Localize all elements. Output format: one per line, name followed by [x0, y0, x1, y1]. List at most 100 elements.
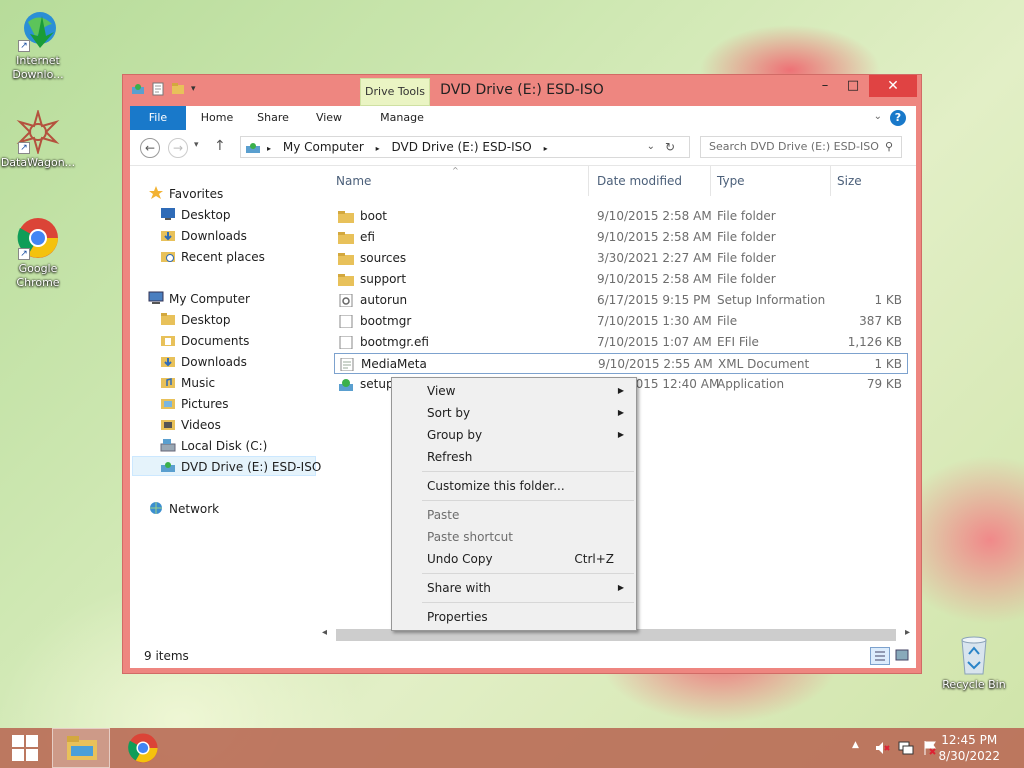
close-button[interactable]: ✕: [869, 75, 917, 97]
nav-label: Favorites: [169, 187, 224, 201]
back-button[interactable]: ←: [140, 138, 160, 158]
file-name: boot: [360, 209, 388, 223]
column-divider[interactable]: [588, 166, 589, 196]
menu-item-group-by[interactable]: Group by ▶: [394, 424, 634, 446]
column-header-size[interactable]: Size: [837, 174, 862, 188]
tab-home[interactable]: Home: [192, 106, 242, 130]
menu-item-undo-copy[interactable]: Undo Copy Ctrl+Z: [394, 548, 634, 570]
nav-label: Music: [181, 376, 216, 390]
details-view-icon[interactable]: [870, 647, 890, 665]
nav-favorites-recent-places[interactable]: Recent places: [160, 247, 265, 267]
refresh-icon[interactable]: ↻: [665, 137, 675, 157]
menu-label: Refresh: [427, 450, 473, 464]
file-row[interactable]: support 9/10/2015 2:58 AM File folder: [326, 269, 902, 290]
nav-my-computer[interactable]: My Computer: [148, 289, 250, 309]
scroll-left-icon[interactable]: ◂: [322, 627, 327, 638]
column-header-date[interactable]: Date modified: [597, 174, 682, 188]
menu-label: View: [427, 384, 456, 398]
nav-computer-downloads[interactable]: Downloads: [160, 352, 247, 372]
shortcut-arrow-icon: ↗: [18, 40, 30, 52]
tab-manage[interactable]: Manage: [370, 106, 434, 130]
taskbar-file-explorer[interactable]: [52, 728, 110, 768]
tab-share[interactable]: Share: [248, 106, 298, 130]
volume-muted-icon[interactable]: [874, 740, 890, 756]
nav-computer-documents[interactable]: Documents: [160, 331, 249, 351]
start-button[interactable]: [0, 728, 50, 768]
file-row[interactable]: bootmgr 7/10/2015 1:30 AM File 387 KB: [326, 311, 902, 332]
breadcrumb-dvd-drive[interactable]: DVD Drive (E:) ESD-ISO: [391, 140, 531, 154]
breadcrumb-my-computer[interactable]: My Computer: [283, 140, 364, 154]
nav-computer-dvd-drive[interactable]: DVD Drive (E:) ESD-ISO: [132, 456, 321, 476]
recent-locations-chevron-icon[interactable]: ▾: [194, 140, 199, 150]
file-row-selected[interactable]: MediaMeta 9/10/2015 2:55 AM XML Document…: [334, 353, 908, 374]
chrome-icon: ↗: [16, 216, 60, 260]
file-row[interactable]: efi 9/10/2015 2:58 AM File folder: [326, 227, 902, 248]
file-row[interactable]: sources 3/30/2021 2:27 AM File folder: [326, 248, 902, 269]
column-header-type[interactable]: Type: [717, 174, 745, 188]
column-divider[interactable]: [830, 166, 831, 196]
file-row[interactable]: autorun 6/17/2015 9:15 PM Setup Informat…: [326, 290, 902, 311]
taskbar-clock[interactable]: 12:45 PM 8/30/2022: [938, 732, 1000, 764]
search-input[interactable]: Search DVD Drive (E:) ESD-ISO ⚲: [700, 136, 902, 158]
file-type: Setup Information: [717, 293, 826, 307]
tab-file[interactable]: File: [130, 106, 186, 130]
large-icons-view-icon[interactable]: [894, 648, 912, 664]
title-bar[interactable]: ▾ DVD Drive (E:) ESD-ISO – □ ✕: [123, 75, 921, 105]
menu-label: Paste: [427, 508, 460, 522]
maximize-button[interactable]: □: [839, 75, 867, 97]
forward-button[interactable]: →: [168, 138, 188, 158]
scroll-right-icon[interactable]: ▸: [905, 627, 910, 638]
minimize-button[interactable]: –: [811, 75, 839, 97]
address-input[interactable]: ▸ My Computer ▸ DVD Drive (E:) ESD-ISO ▸…: [240, 136, 690, 158]
nav-favorites-desktop[interactable]: Desktop: [160, 205, 231, 225]
desktop-icon-internet-download-manager[interactable]: ↗ Internet Downlo...: [0, 8, 76, 82]
dvd-drive-icon: [160, 459, 176, 473]
nav-network[interactable]: Network: [148, 499, 219, 519]
up-arrow-icon[interactable]: ↑: [214, 138, 226, 154]
nav-label: Pictures: [181, 397, 229, 411]
column-header-name[interactable]: Name: [336, 174, 371, 188]
taskbar-chrome[interactable]: [118, 728, 168, 768]
help-icon[interactable]: ?: [890, 110, 906, 126]
breadcrumb-chevron-icon: ▸: [375, 144, 380, 153]
desktop-icon-google-chrome[interactable]: ↗ Google Chrome: [0, 216, 76, 290]
menu-item-refresh[interactable]: Refresh: [394, 446, 634, 468]
file-name: autorun: [360, 293, 408, 307]
nav-computer-local-disk[interactable]: Local Disk (C:): [160, 436, 267, 456]
file-row[interactable]: bootmgr.efi 7/10/2015 1:07 AM EFI File 1…: [326, 332, 902, 353]
datawagon-star-icon: ↗: [16, 108, 60, 156]
desktop-icon-datawagon[interactable]: ↗ DataWagon...: [0, 108, 76, 170]
file-name: support: [360, 272, 407, 286]
nav-computer-pictures[interactable]: Pictures: [160, 394, 229, 414]
menu-item-customize-folder[interactable]: Customize this folder...: [394, 475, 634, 497]
menu-item-sort-by[interactable]: Sort by ▶: [394, 402, 634, 424]
nav-favorites-downloads[interactable]: Downloads: [160, 226, 247, 246]
file-type: File folder: [717, 251, 776, 265]
menu-item-share-with[interactable]: Share with ▶: [394, 577, 634, 599]
file-type: File: [717, 314, 738, 328]
tab-view[interactable]: View: [304, 106, 354, 130]
pictures-folder-icon: [160, 396, 176, 410]
file-type: File folder: [717, 272, 776, 286]
nav-computer-desktop[interactable]: Desktop: [160, 310, 231, 330]
show-hidden-icons-chevron-icon[interactable]: ▲: [852, 740, 868, 756]
desktop-icon-label: Recycle Bin: [942, 678, 1006, 691]
action-center-flag-icon[interactable]: [922, 740, 938, 756]
column-divider[interactable]: [710, 166, 711, 196]
nav-label: DVD Drive (E:) ESD-ISO: [181, 460, 322, 474]
menu-item-properties[interactable]: Properties: [394, 606, 634, 628]
file-type: File folder: [717, 209, 776, 223]
menu-item-view[interactable]: View ▶: [394, 380, 634, 402]
network-status-icon[interactable]: [898, 740, 914, 756]
file-date: 9/10/2015 2:55 AM: [598, 357, 713, 371]
desktop-icon-recycle-bin[interactable]: Recycle Bin: [936, 632, 1012, 692]
recent-places-icon: [160, 249, 176, 263]
ribbon-expand-chevron-icon[interactable]: ⌄: [874, 111, 882, 122]
address-dropdown-chevron-icon[interactable]: ⌄: [647, 137, 655, 157]
menu-shortcut: Ctrl+Z: [574, 552, 614, 566]
nav-favorites[interactable]: Favorites: [148, 184, 223, 204]
nav-computer-music[interactable]: Music: [160, 373, 215, 393]
nav-computer-videos[interactable]: Videos: [160, 415, 221, 435]
file-row[interactable]: boot 9/10/2015 2:58 AM File folder: [326, 206, 902, 227]
star-icon: [148, 186, 164, 200]
